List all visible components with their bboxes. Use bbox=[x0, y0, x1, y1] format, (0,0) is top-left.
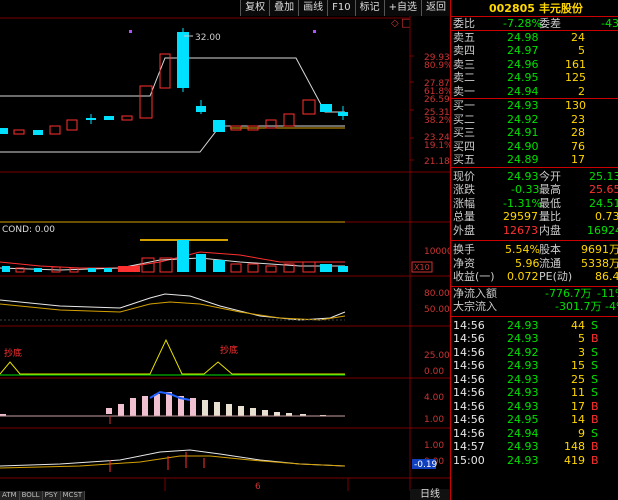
tick-row: 14:56 24.92 3 S bbox=[453, 345, 598, 359]
svg-text:80.00: 80.00 bbox=[424, 289, 450, 299]
toolbar-f10[interactable]: F10 bbox=[327, 0, 355, 16]
toolbar-fuquan[interactable]: 复权 bbox=[240, 0, 270, 16]
tab-boll[interactable]: BOLL bbox=[19, 491, 43, 500]
stock-header: 002805 丰元股份 bbox=[451, 0, 618, 16]
period-daily[interactable]: 日线 bbox=[410, 489, 450, 500]
buy-row-1: 买一 24.93 130 bbox=[453, 99, 586, 112]
peak-label: 32.00 bbox=[195, 33, 221, 43]
channel-line-upper bbox=[0, 57, 345, 113]
price-axis-labels: 29.93 80.9% 27.87 61.8% 26.59 25.31 38.2… bbox=[424, 53, 450, 167]
money-flow: 净流入额-776.7万-11% 大宗流入-301.7万-4% bbox=[451, 285, 618, 314]
tick-row: 14:56 24.94 9 S bbox=[453, 426, 598, 440]
candle bbox=[49, 125, 61, 135]
toolbar-draw[interactable]: 画线 bbox=[298, 0, 328, 16]
candles bbox=[0, 28, 348, 135]
tick-row: 14:56 24.93 44 S bbox=[453, 318, 598, 332]
tick-row: 14:56 24.95 14 B bbox=[453, 413, 599, 426]
stock-name: 丰元股份 bbox=[538, 2, 583, 15]
candle bbox=[320, 104, 332, 112]
candle bbox=[283, 113, 295, 127]
svg-text:25.00: 25.00 bbox=[424, 351, 450, 361]
signal-line bbox=[0, 338, 345, 375]
macd-bars bbox=[0, 392, 326, 416]
last-yellow bbox=[0, 455, 346, 469]
event-markers bbox=[129, 30, 316, 33]
candle bbox=[66, 119, 78, 131]
price-axis-ticks bbox=[410, 55, 414, 161]
quote-panel: 002805 丰元股份 委比 -7.28% 委差 -43 卖五 24.98 24 卖… bbox=[450, 0, 618, 500]
svg-text:21.18: 21.18 bbox=[424, 157, 450, 167]
toolbar-mark[interactable]: 标记 bbox=[354, 0, 384, 16]
tick-row: 15:00 24.93 419 B bbox=[453, 453, 599, 467]
tick-list: 14:56 24.93 44 S 14:56 24.93 5 B 14:56 24.92 3 S 14:… bbox=[451, 315, 618, 468]
buy-book: 买一 24.93 130 买二 24.92 23 买三 24.91 28 买四 24.90 76… bbox=[451, 98, 618, 167]
buy-row-3: 买三 24.91 28 bbox=[453, 126, 585, 139]
candle bbox=[265, 119, 277, 129]
indicator-tabs: ATM BOLL PSY MCST bbox=[0, 491, 86, 500]
svg-text:1.00: 1.00 bbox=[424, 441, 444, 451]
volume-bars bbox=[2, 240, 348, 273]
last-value: -0.19 bbox=[414, 460, 438, 470]
sell-row-5: 卖五 24.98 24 bbox=[453, 30, 585, 44]
sell-book: 卖五 24.98 24 卖四 24.97 5 卖三 24.96 161 卖二 24.95 125… bbox=[451, 29, 618, 99]
fundamentals: 换手 5.54% 股本 9691万 净资 5.96 流通 5338万 收益(一) 0.072 P… bbox=[451, 240, 618, 284]
tick-row: 14:56 24.93 25 S bbox=[453, 372, 598, 386]
svg-text:38.2%: 38.2% bbox=[424, 116, 450, 126]
svg-text:1.00: 1.00 bbox=[424, 415, 444, 425]
candle bbox=[104, 116, 114, 120]
toolbar-overlay[interactable]: 叠加 bbox=[269, 0, 299, 16]
toolbar: 复权 叠加 画线 F10 标记 +自选 返回 bbox=[240, 0, 450, 16]
sell-row-4: 卖四 24.97 5 bbox=[453, 44, 585, 57]
order-ratio-row: 委比 -7.28% 委差 -43 bbox=[451, 16, 618, 30]
candle bbox=[302, 99, 316, 115]
tick-row: 14:57 24.93 148 B bbox=[453, 440, 599, 453]
svg-text:4.00: 4.00 bbox=[424, 393, 444, 403]
tick-row: 14:56 24.93 17 B bbox=[453, 399, 599, 413]
sell-row-2: 卖二 24.95 125 bbox=[453, 71, 586, 84]
stock-code: 002805 bbox=[489, 1, 535, 15]
buy-row-5: 买五 24.89 17 bbox=[453, 153, 585, 166]
buy-row-4: 买四 24.90 76 bbox=[453, 139, 585, 153]
kline-chart[interactable]: 32.00 29.93 80.9% 27.87 61.8% 26.59 25.3… bbox=[0, 16, 450, 491]
signal-label: 抄底 bbox=[220, 344, 238, 356]
toolbar-add-watchlist[interactable]: +自选 bbox=[383, 0, 421, 16]
sell-row-1: 卖一 24.94 2 bbox=[453, 84, 585, 98]
svg-text:0.00: 0.00 bbox=[424, 367, 444, 377]
svg-text:80.9%: 80.9% bbox=[424, 61, 450, 71]
candle bbox=[0, 128, 8, 134]
cond-label: COND: 0.00 bbox=[2, 225, 55, 235]
signal-label: 抄底 bbox=[4, 347, 22, 359]
svg-text:26.59: 26.59 bbox=[424, 95, 450, 105]
svg-text:19.1%: 19.1% bbox=[424, 141, 450, 151]
toolbar-back[interactable]: 返回 bbox=[421, 0, 450, 16]
buy-row-2: 买二 24.92 23 bbox=[453, 112, 585, 126]
channel-line-lower bbox=[0, 125, 345, 153]
tab-psy[interactable]: PSY bbox=[42, 491, 61, 500]
tick-row: 14:56 24.93 15 S bbox=[453, 359, 598, 372]
kdj-white bbox=[0, 293, 346, 321]
tick-row: 14:56 24.93 5 B bbox=[453, 332, 599, 345]
x-axis-label: 6 bbox=[255, 482, 261, 491]
tab-mcst[interactable]: MCST bbox=[60, 491, 86, 500]
x10-label: X10 bbox=[414, 263, 430, 272]
tick-row: 14:56 24.93 11 S bbox=[453, 386, 598, 399]
svg-text:10000: 10000 bbox=[424, 247, 450, 257]
tab-atm[interactable]: ATM bbox=[0, 491, 20, 500]
candle bbox=[213, 120, 225, 132]
candle bbox=[13, 129, 25, 135]
candle bbox=[33, 130, 43, 135]
quote-stats: 现价 24.93 今开 25.13 涨跌 -0.33 最高 25.65 涨幅 -1.31% 最低… bbox=[451, 166, 618, 238]
candle bbox=[121, 115, 133, 121]
sell-row-3: 卖三 24.96 161 bbox=[453, 57, 586, 71]
candle bbox=[139, 85, 153, 119]
svg-text:50.00: 50.00 bbox=[424, 305, 450, 315]
